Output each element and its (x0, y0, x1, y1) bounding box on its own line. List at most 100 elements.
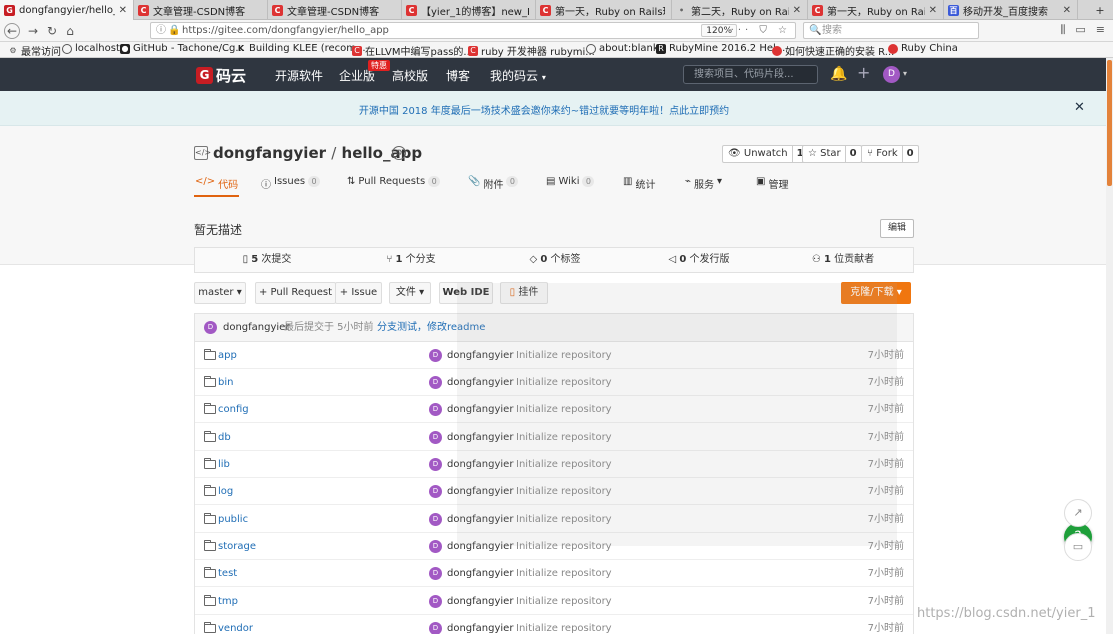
file-author[interactable]: dongfangyier (447, 478, 513, 505)
tab-wiki[interactable]: ▤ Wiki 0 (546, 176, 595, 197)
avatar[interactable]: D (429, 595, 442, 608)
close-tab-icon[interactable]: ✕ (1063, 5, 1071, 16)
file-commit-message[interactable]: Initialize repository (516, 560, 612, 587)
issue-button[interactable]: + Issue (335, 282, 382, 304)
forward-icon[interactable]: → (25, 23, 41, 39)
close-tab-icon[interactable]: ✕ (119, 5, 127, 16)
repo-name-link[interactable]: hello_app (342, 144, 423, 162)
stat-releases[interactable]: ◁ 0 个发行版 (627, 248, 771, 272)
tab-pull-requests[interactable]: ⇅ Pull Requests 0 (347, 176, 441, 197)
web-ide-button[interactable]: Web IDE (439, 282, 493, 304)
avatar[interactable]: D (429, 403, 442, 416)
bookmark-item[interactable]: ● GitHub - Tachone/Cg... (120, 43, 245, 54)
plus-icon[interactable]: + (857, 63, 870, 82)
tab-manage[interactable]: ▣ 管理 (756, 176, 788, 197)
bookmark-item[interactable]: R RubyMine 2016.2 Hel... (656, 43, 785, 54)
edit-description-button[interactable]: 编辑 (880, 219, 914, 238)
stat-commits[interactable]: ▯ 5 次提交 (195, 248, 339, 272)
stat-branches[interactable]: ⑂ 1 个分支 (339, 248, 483, 272)
clone-download-button[interactable]: 克隆/下载 ▾ (841, 282, 911, 304)
browser-tab-0[interactable]: G dongfangyier/hello_app ✕ (0, 0, 134, 21)
file-author[interactable]: dongfangyier (447, 342, 513, 369)
menu-icon[interactable]: ≡ (1096, 23, 1105, 37)
star-count[interactable]: 0 (844, 146, 861, 162)
pendant-button[interactable]: ▯ 挂件 (500, 282, 548, 304)
nav-my-gitee[interactable]: 我的码云 ▾ (490, 67, 546, 84)
bookmark-item[interactable]: K Building KLEE (recom... (236, 43, 366, 54)
sidebar-icon[interactable]: ▭ (1075, 23, 1085, 37)
file-commit-message[interactable]: Initialize repository (516, 342, 612, 369)
avatar[interactable]: D (429, 513, 442, 526)
address-bar[interactable]: ⓘ 🔒 https://gitee.com/dongfangyier/hello… (150, 22, 796, 39)
close-tab-icon[interactable]: ✕ (793, 5, 801, 16)
home-icon[interactable]: ⌂ (62, 23, 78, 39)
file-name[interactable]: config (218, 396, 249, 423)
nav-open-source[interactable]: 开源软件 (275, 67, 323, 84)
commit-author[interactable]: dongfangyier (223, 314, 289, 342)
chevron-down-icon[interactable]: ▾ (903, 69, 907, 78)
pull-request-button[interactable]: + Pull Request (255, 282, 336, 304)
avatar[interactable]: D (429, 485, 442, 498)
avatar[interactable]: D (429, 622, 442, 634)
file-name[interactable]: public (218, 506, 248, 533)
file-name[interactable]: bin (218, 369, 233, 396)
file-name[interactable]: db (218, 424, 231, 451)
browser-tab-2[interactable]: C 文章管理-CSDN博客 (268, 0, 402, 20)
star-button[interactable]: ☆ Star 0 (802, 145, 862, 163)
bookmark-item[interactable]: C 在LLVM中编写pass的... (352, 43, 473, 58)
browser-tab-3[interactable]: C 【yier_1的博客】new_R (402, 0, 536, 20)
tab-stats[interactable]: ▥ 统计 (623, 176, 655, 197)
file-author[interactable]: dongfangyier (447, 369, 513, 396)
bookmark-item[interactable]: Cruby 开发神器 rubymi... (468, 43, 595, 58)
browser-search-input[interactable]: 🔍 搜索 (803, 22, 979, 39)
file-commit-message[interactable]: Initialize repository (516, 396, 612, 423)
close-tab-icon[interactable]: ✕ (929, 5, 937, 16)
tab-code[interactable]: </> 代码 (194, 176, 240, 197)
back-icon[interactable]: ← (4, 23, 20, 39)
bookmark-item[interactable]: 如何快速正确的安装 R... (772, 43, 894, 58)
file-name[interactable]: app (218, 342, 237, 369)
info-icon[interactable]: ⓘ (156, 23, 166, 38)
nav-blog[interactable]: 博客 (446, 67, 470, 84)
unwatch-button[interactable]: 👁 Unwatch 1 (722, 145, 809, 163)
file-author[interactable]: dongfangyier (447, 396, 513, 423)
bookmark-item[interactable]: localhost (62, 43, 120, 54)
file-author[interactable]: dongfangyier (447, 560, 513, 587)
file-commit-message[interactable]: Initialize repository (516, 478, 612, 505)
fork-count[interactable]: 0 (901, 146, 918, 162)
fork-button[interactable]: ⑂ Fork 0 (861, 145, 919, 163)
avatar[interactable]: D (883, 66, 900, 83)
branch-select[interactable]: master ▾ (194, 282, 246, 304)
file-author[interactable]: dongfangyier (447, 615, 513, 634)
bookmark-item[interactable]: about:blank (586, 43, 659, 54)
file-author[interactable]: dongfangyier (447, 506, 513, 533)
avatar[interactable]: D (429, 567, 442, 580)
file-name[interactable]: storage (218, 533, 256, 560)
notice-text[interactable]: 开源中国 2018 年度最后一场技术盛会邀你来约~错过就要等明年啦！点此立即预约 (0, 102, 1088, 117)
scrollbar-thumb[interactable] (1107, 60, 1112, 186)
file-commit-message[interactable]: Initialize repository (516, 451, 612, 478)
avatar[interactable]: D (204, 321, 217, 334)
file-commit-message[interactable]: Initialize repository (516, 615, 612, 634)
browser-tab-6[interactable]: C 第一天，Ruby on Rails环 ✕ (808, 0, 944, 20)
file-commit-message[interactable]: Initialize repository (516, 369, 612, 396)
file-commit-message[interactable]: Initialize repository (516, 424, 612, 451)
file-author[interactable]: dongfangyier (447, 533, 513, 560)
library-icon[interactable]: ⫼ (1060, 23, 1065, 37)
file-name[interactable]: tmp (218, 588, 238, 615)
avatar[interactable]: D (429, 376, 442, 389)
file-author[interactable]: dongfangyier (447, 588, 513, 615)
site-logo[interactable]: G 码云 (196, 65, 246, 86)
avatar[interactable]: D (429, 458, 442, 471)
reload-icon[interactable]: ↻ (44, 23, 60, 39)
share-icon[interactable]: ↗ (1064, 499, 1092, 527)
avatar[interactable]: D (429, 431, 442, 444)
nav-campus[interactable]: 高校版 (392, 67, 428, 84)
stat-tags[interactable]: ◇ 0 个标签 (483, 248, 627, 272)
browser-tab-5[interactable]: • 第二天，Ruby on Rails ✕ (672, 0, 808, 20)
avatar[interactable]: D (429, 540, 442, 553)
file-author[interactable]: dongfangyier (447, 451, 513, 478)
file-commit-message[interactable]: Initialize repository (516, 506, 612, 533)
file-author[interactable]: dongfangyier (447, 424, 513, 451)
repo-owner-link[interactable]: dongfangyier (213, 144, 326, 162)
